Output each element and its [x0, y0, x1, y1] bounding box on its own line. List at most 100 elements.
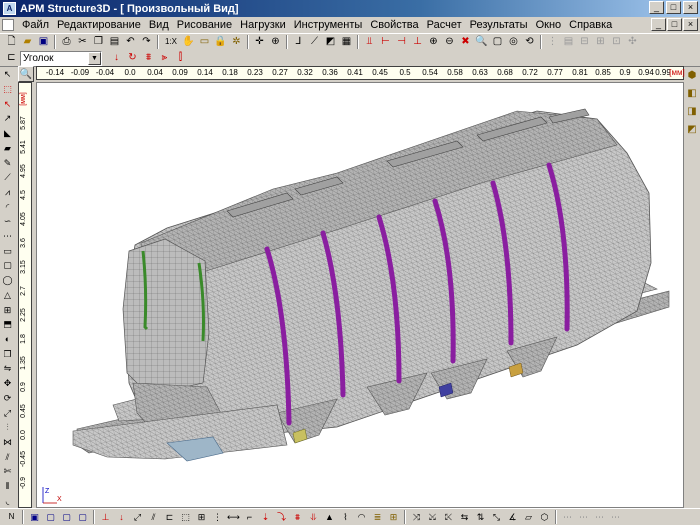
rectangle-icon[interactable]: ▢ [0, 259, 15, 273]
trapezoid-load-icon[interactable]: ⫸ [157, 51, 172, 66]
select-plate-icon[interactable]: ◣ [0, 127, 15, 141]
frame-icon[interactable]: ▢ [490, 35, 505, 50]
undo-icon[interactable]: ↶ [123, 35, 138, 50]
select-solid-icon[interactable]: ▰ [0, 142, 15, 156]
cut-icon[interactable]: ✂ [75, 35, 90, 50]
menu-tools[interactable]: Инструменты [290, 19, 367, 31]
view-side-icon[interactable]: ◨ [685, 104, 700, 119]
support-icon[interactable]: ⫫ [362, 35, 377, 50]
show-hatching-icon[interactable]: ⫽ [146, 510, 161, 525]
extrude-icon[interactable]: ⬒ [0, 318, 15, 332]
view-front-icon[interactable]: ◧ [685, 86, 700, 101]
measure-angle-icon[interactable]: ∡ [505, 510, 520, 525]
scale-button[interactable]: 1:X [162, 35, 180, 50]
moment-icon[interactable]: ↻ [125, 51, 140, 66]
hinge-icon[interactable]: ⊢ [378, 35, 393, 50]
offset-icon[interactable]: ⫴ [0, 480, 15, 494]
show-mass-icon[interactable]: ▲ [322, 510, 337, 525]
new-icon[interactable]: 🗋 [4, 35, 19, 50]
fillet-icon[interactable]: ◟ [0, 494, 15, 508]
measure-icon[interactable]: ▭ [197, 35, 212, 50]
document-icon[interactable] [2, 19, 14, 31]
join-icon[interactable]: ⋈ [0, 436, 15, 450]
print-icon[interactable]: ⎙ [59, 35, 74, 50]
zoom-out-icon[interactable]: ⊖ [442, 35, 457, 50]
mirror-icon[interactable]: ⇋ [0, 362, 15, 376]
node-numbering-button[interactable]: N [4, 510, 19, 525]
solid-icon[interactable]: ▦ [339, 35, 354, 50]
doc-close-button[interactable]: × [683, 18, 698, 31]
menu-draw[interactable]: Рисование [173, 19, 236, 31]
show-layers-icon[interactable]: ≣ [370, 510, 385, 525]
group-icon[interactable]: ⊡ [609, 35, 624, 50]
menu-results[interactable]: Результаты [466, 19, 532, 31]
fit-icon[interactable]: ◎ [506, 35, 521, 50]
copy-object-icon[interactable]: ❐ [0, 347, 15, 361]
snap-icon[interactable]: ✲ [229, 35, 244, 50]
circle-icon[interactable]: ◯ [0, 274, 15, 288]
lock-icon[interactable]: 🔒 [213, 35, 228, 50]
line-icon[interactable]: ⟋ [0, 171, 15, 185]
redo-icon[interactable]: ↷ [139, 35, 154, 50]
menu-properties[interactable]: Свойства [366, 19, 422, 31]
menu-loads[interactable]: Нагрузки [236, 19, 290, 31]
select-rod-icon[interactable]: ↗ [0, 112, 15, 126]
transform-x-icon[interactable]: ⤨ [409, 510, 424, 525]
show-supports-icon[interactable]: ⊥ [98, 510, 113, 525]
align-icon[interactable]: ⊟ [577, 35, 592, 50]
view-top-icon[interactable]: ◩ [685, 122, 700, 137]
select-icon[interactable]: ↖ [0, 68, 15, 82]
ruler-zoom-button[interactable]: 🔍 [18, 66, 34, 82]
zoom-in-icon[interactable]: ⊕ [426, 35, 441, 50]
show-forces-icon[interactable]: ⇣ [258, 510, 273, 525]
show-plates-icon[interactable]: ▢ [59, 510, 74, 525]
paste-icon[interactable]: ▤ [107, 35, 122, 50]
show-loads-icon[interactable]: ↓ [114, 510, 129, 525]
curve-icon[interactable]: ∽ [0, 215, 15, 229]
arc-icon[interactable]: ◜ [0, 200, 15, 214]
polyline-icon[interactable]: ⩘ [0, 186, 15, 200]
delete-icon[interactable]: ✖ [458, 35, 473, 50]
menu-edit[interactable]: Редактирование [53, 19, 145, 31]
select-window-icon[interactable]: ⬚ [0, 83, 15, 97]
show-sections-icon[interactable]: ⊏ [162, 510, 177, 525]
array-icon[interactable]: ⋯ [0, 230, 15, 244]
doc-minimize-button[interactable]: _ [651, 18, 666, 31]
rotate-object-icon[interactable]: ⟳ [0, 391, 15, 405]
maximize-button[interactable]: □ [666, 1, 681, 14]
minimize-button[interactable]: _ [649, 1, 664, 14]
select-node-icon[interactable]: ↖ [0, 97, 15, 111]
crosshair-icon[interactable]: ✛ [252, 35, 267, 50]
split-icon[interactable]: ⫽ [0, 450, 15, 464]
show-grid-icon[interactable]: ⋮ [210, 510, 225, 525]
pencil-icon[interactable]: ✎ [0, 156, 15, 170]
show-hinges-icon[interactable]: ◠ [354, 510, 369, 525]
model-viewport[interactable]: Z X [36, 82, 684, 508]
chevron-down-icon[interactable]: ▼ [88, 51, 101, 65]
show-mesh-icon[interactable]: ⊞ [194, 510, 209, 525]
show-temperature-icon[interactable]: ⥥ [306, 510, 321, 525]
menu-window[interactable]: Окно [532, 19, 566, 31]
divide-icon[interactable]: ⫶ [0, 421, 15, 435]
measure-volume-icon[interactable]: ⬡ [537, 510, 552, 525]
numbering-elements-icon[interactable]: ⋯ [576, 510, 591, 525]
pan-icon[interactable]: ✋ [181, 35, 196, 50]
menu-help[interactable]: Справка [565, 19, 616, 31]
show-groups-icon[interactable]: ⊞ [386, 510, 401, 525]
show-nodes-icon[interactable]: ▣ [27, 510, 42, 525]
plate-icon[interactable]: ◩ [323, 35, 338, 50]
show-local-axes-icon[interactable]: ⤢ [130, 510, 145, 525]
menu-file[interactable]: Файл [18, 19, 53, 31]
fix-icon[interactable]: ⊣ [394, 35, 409, 50]
show-pressure-icon[interactable]: ⩩ [290, 510, 305, 525]
rotate-icon[interactable]: ⟲ [522, 35, 537, 50]
measure-area-icon[interactable]: ▱ [521, 510, 536, 525]
save-icon[interactable]: ▣ [36, 35, 51, 50]
force-icon[interactable]: ↓ [109, 51, 124, 66]
numbering-plates-icon[interactable]: ⋯ [592, 510, 607, 525]
rod-icon[interactable]: ⟋ [307, 35, 322, 50]
show-moments-icon[interactable]: ⤵ [274, 510, 289, 525]
node-icon[interactable]: ⅃ [291, 35, 306, 50]
show-3d-icon[interactable]: ⬚ [178, 510, 193, 525]
show-rods-icon[interactable]: ▢ [43, 510, 58, 525]
